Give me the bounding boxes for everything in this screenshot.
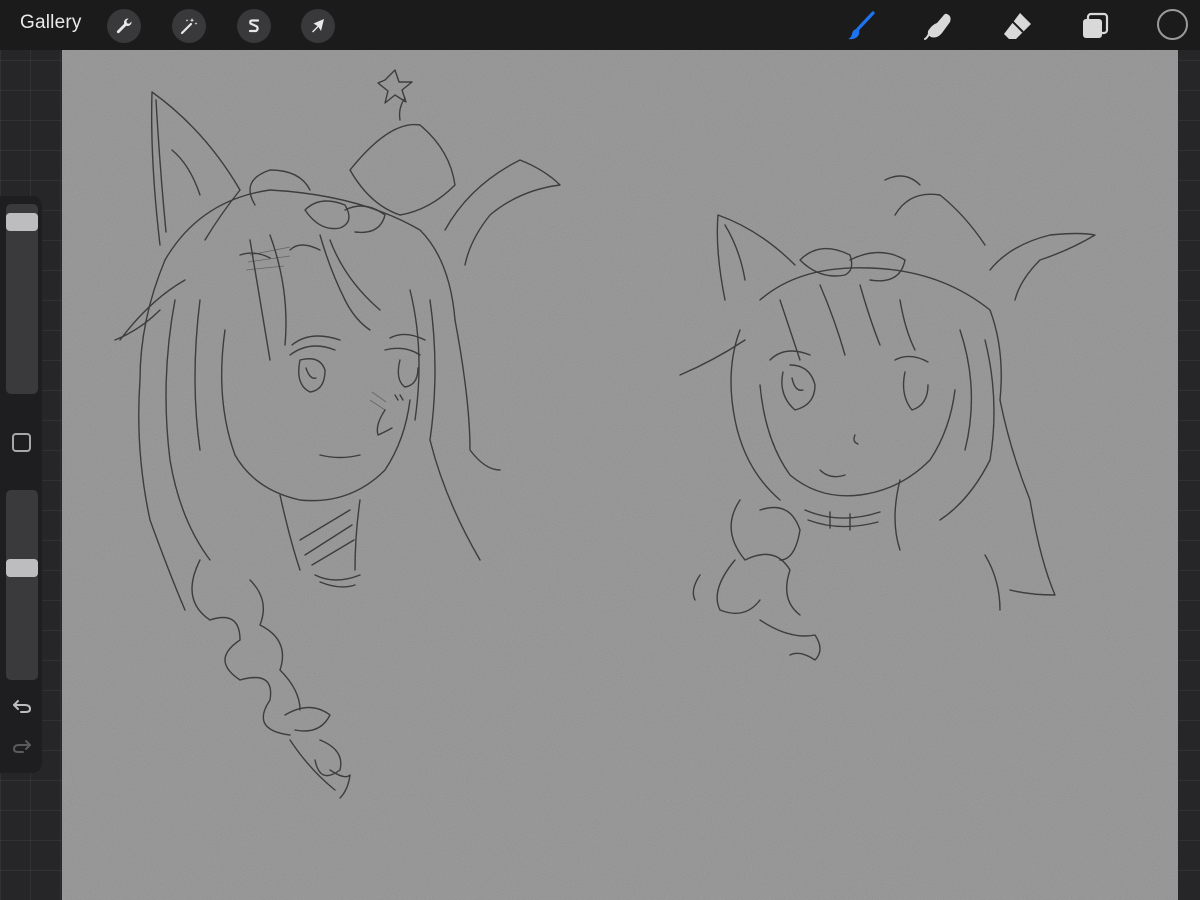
- undo-button[interactable]: [10, 696, 34, 720]
- pencil-sketch: [114, 69, 1096, 799]
- adjustments-button[interactable]: [172, 9, 206, 43]
- gallery-button[interactable]: Gallery: [20, 12, 82, 34]
- left-sidebar: [0, 196, 42, 773]
- magic-wand-icon: [179, 16, 199, 36]
- opacity-slider[interactable]: [6, 490, 38, 680]
- brush-size-handle[interactable]: [6, 213, 38, 231]
- square-modify-icon[interactable]: [12, 433, 31, 452]
- arrow-cursor-icon: [308, 16, 328, 36]
- wrench-icon: [114, 16, 134, 36]
- smudge-tool-button[interactable]: [921, 8, 957, 44]
- layers-button[interactable]: [1077, 8, 1113, 44]
- eraser-icon: [1000, 9, 1034, 43]
- eraser-tool-button[interactable]: [999, 8, 1035, 44]
- redo-arrow-icon: [12, 738, 32, 759]
- color-picker-button[interactable]: [1157, 9, 1188, 40]
- drawing-canvas[interactable]: [62, 50, 1178, 900]
- layers-icon: [1078, 9, 1112, 43]
- selection-s-icon: [244, 16, 264, 36]
- opacity-handle[interactable]: [6, 559, 38, 577]
- actions-button[interactable]: [107, 9, 141, 43]
- brush-icon: [845, 9, 879, 43]
- selection-button[interactable]: [237, 9, 271, 43]
- undo-arrow-icon: [12, 698, 32, 719]
- transform-button[interactable]: [301, 9, 335, 43]
- brush-tool-button[interactable]: [844, 8, 880, 44]
- smudge-finger-icon: [922, 9, 956, 43]
- brush-size-slider[interactable]: [6, 204, 38, 394]
- top-toolbar: Gallery: [0, 0, 1200, 50]
- redo-button[interactable]: [10, 736, 34, 760]
